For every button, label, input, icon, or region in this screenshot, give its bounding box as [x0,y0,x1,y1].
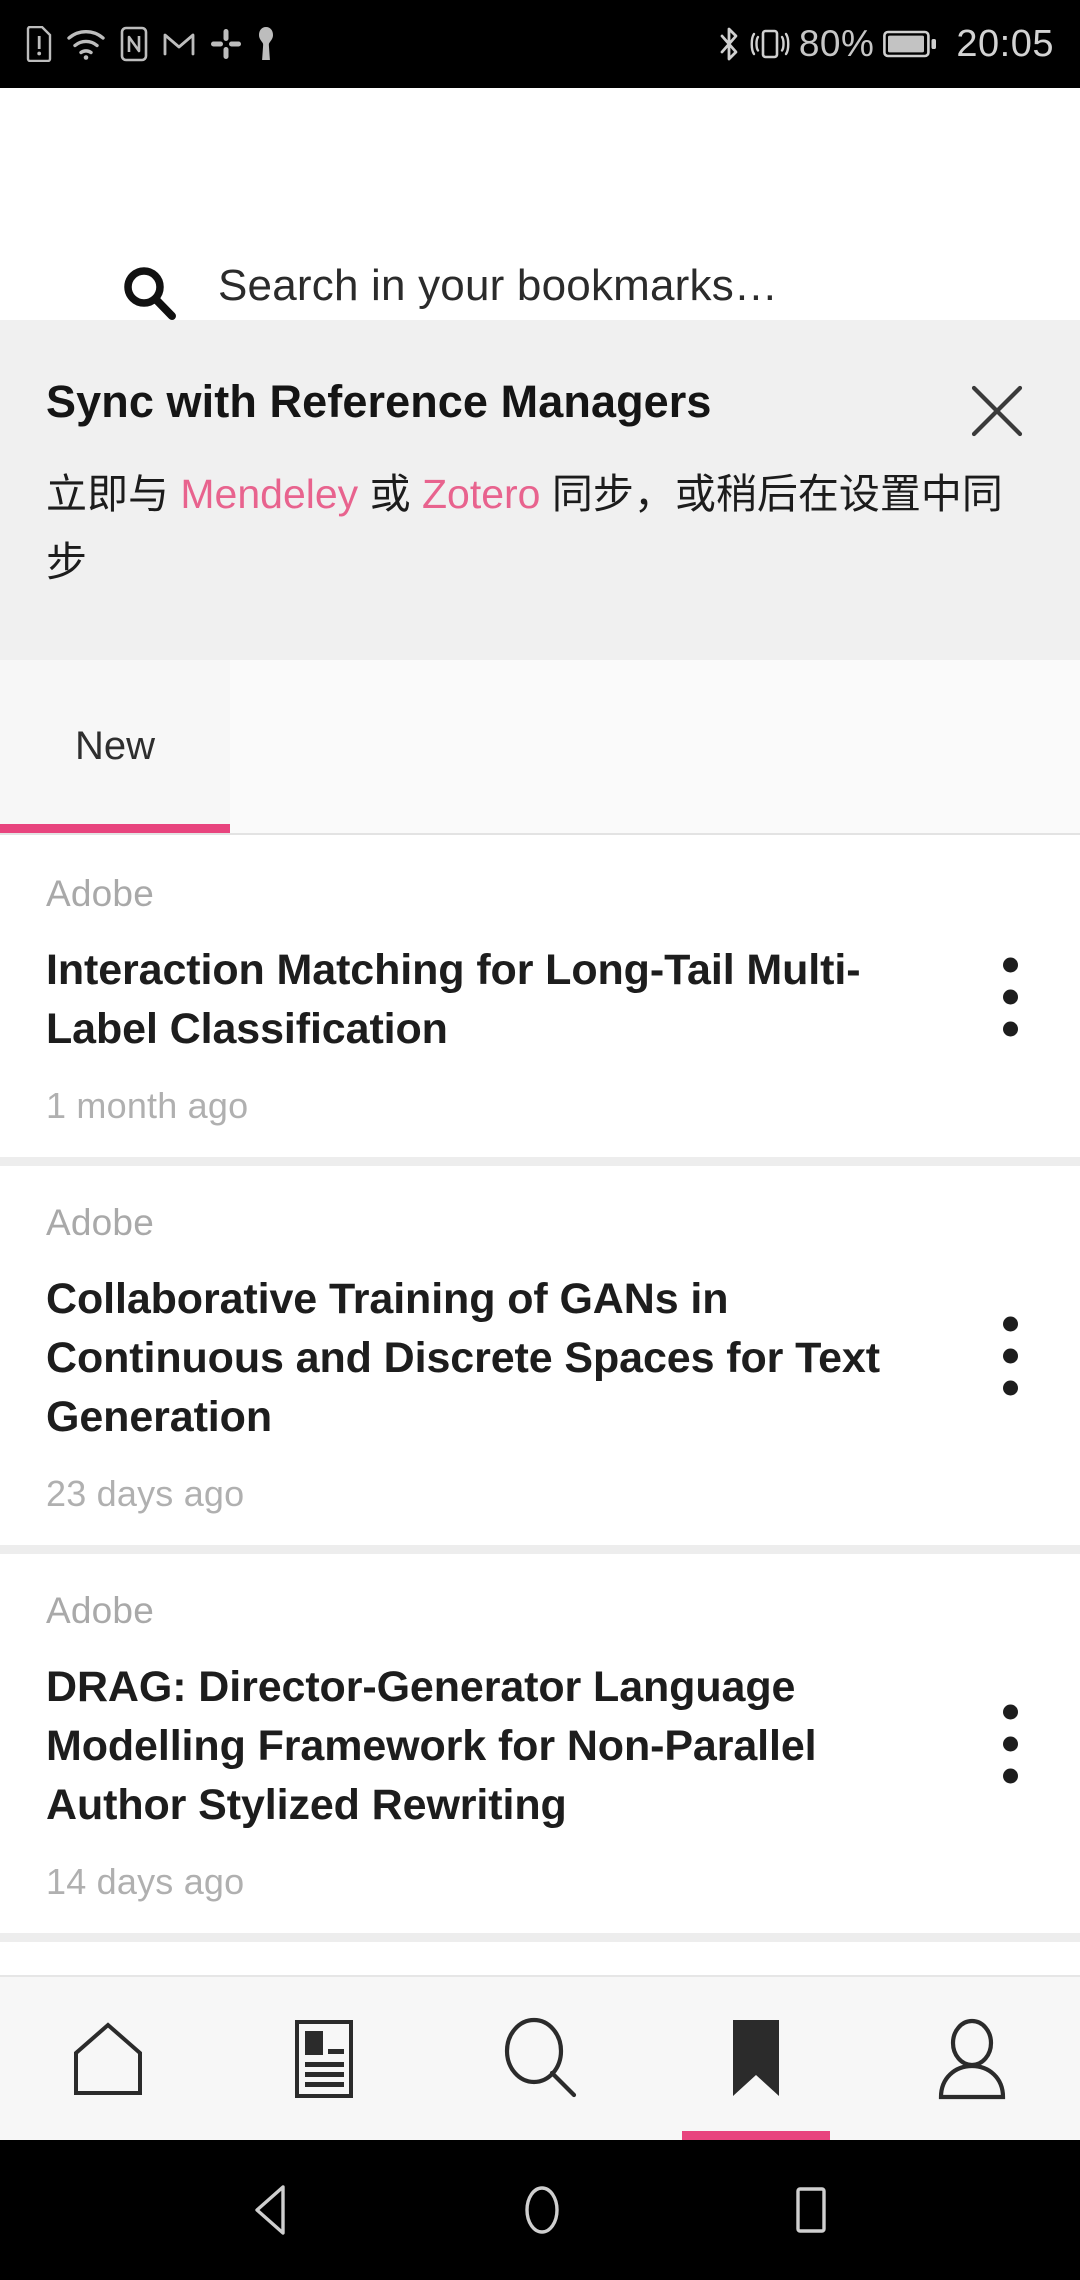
nav-item-home[interactable] [0,1977,216,2140]
table-row[interactable]: Adobe Collaborative Training of GANs in … [0,1166,1080,1545]
android-recents-button[interactable] [789,2183,833,2237]
zotero-link[interactable]: Zotero [422,471,541,517]
kebab-menu-icon [1003,1704,1018,1719]
bookmark-list[interactable]: Adobe Interaction Matching for Long-Tail… [0,837,1080,1975]
android-navigation-bar [0,2140,1080,2280]
android-back-button[interactable] [247,2183,295,2237]
kebab-menu-icon [1003,989,1018,1005]
bookmark-title: Collaborative Training of GANs in Contin… [46,1275,880,1441]
bookmark-timestamp: 23 days ago [46,1473,245,1514]
sync-desc-mid: 或 [358,471,422,517]
wifi-icon [67,30,105,60]
app-root: 80% 20:05 Search in your bookmarks… Sync… [0,0,1080,2280]
tab-new-label: New [74,724,156,768]
sync-banner: Sync with Reference Managers 立即与 Mendele… [0,320,1080,660]
search-bar[interactable]: Search in your bookmarks… [0,88,1080,363]
table-row[interactable]: International Journal of Computer Vision… [0,1942,1080,1975]
bookmark-title: Interaction Matching for Long-Tail Multi… [46,946,861,1053]
android-status-bar: 80% 20:05 [0,0,1080,88]
battery-icon [883,30,937,58]
status-bar-left-icons [26,26,276,62]
bookmark-title: DRAG: Director-Generator Language Modell… [46,1663,817,1829]
search-icon [124,267,176,320]
table-row[interactable]: Adobe DRAG: Director-Generator Language … [0,1554,1080,1933]
bookmark-source: Adobe [46,1590,154,1631]
status-bar-right-icons: 80% 20:05 [717,23,1054,66]
bookmark-source: Adobe [46,873,154,914]
sim-alert-icon [26,26,52,62]
nav-item-profile[interactable] [864,1977,1080,2140]
gmail-icon [163,33,195,56]
nfc-icon [120,26,148,62]
search-input[interactable]: Search in your bookmarks… [218,261,778,311]
tab-new[interactable]: New [0,660,230,833]
sync-banner-title: Sync with Reference Managers [46,376,712,427]
key-icon [259,27,273,60]
kebab-menu-icon [1003,1316,1018,1331]
mendeley-link[interactable]: Mendeley [180,471,358,517]
feed-icon [295,2019,353,2098]
recents-square-icon [796,2187,826,2233]
sync-banner-close-button[interactable] [966,380,1028,447]
nav-item-search[interactable] [432,1977,648,2140]
vibrate-icon [750,29,790,59]
kebab-menu-icon [1003,1768,1018,1783]
bookmark-overflow-menu-button[interactable] [993,1306,1028,1405]
table-row[interactable]: Adobe Interaction Matching for Long-Tail… [0,837,1080,1157]
kebab-menu-icon [1003,1348,1018,1363]
nav-item-feed[interactable] [216,1977,432,2140]
kebab-menu-icon [1003,1021,1018,1037]
kebab-menu-icon [1003,1380,1018,1395]
profile-icon [938,2018,1006,2099]
bookmark-icon [733,2019,779,2096]
search-icon [504,2017,577,2097]
nav-item-bookmarks[interactable] [648,1977,864,2140]
bottom-navigation-bar [0,1975,1080,2140]
home-icon [74,2021,142,2095]
kebab-menu-icon [1003,1736,1018,1751]
slack-icon [211,29,241,59]
bookmark-overflow-menu-button[interactable] [993,948,1028,1047]
bookmark-tabs: New [0,660,1080,835]
sync-desc-prefix: 立即与 [46,471,181,517]
bookmark-overflow-menu-button[interactable] [993,1694,1028,1793]
battery-percent-label: 80% [798,23,875,64]
tabs-empty-region [230,660,1080,833]
bluetooth-icon [720,27,738,61]
home-circle-icon [525,2186,559,2234]
kebab-menu-icon [1003,957,1018,973]
sync-banner-description: 立即与 Mendeley 或 Zotero 同步，或稍后在设置中同步 [46,460,1026,596]
bookmark-source: Adobe [46,1202,154,1243]
bookmark-timestamp: 1 month ago [46,1085,249,1126]
bookmark-timestamp: 14 days ago [46,1861,245,1902]
android-home-button[interactable] [520,2183,564,2237]
status-bar-clock: 20:05 [956,22,1054,65]
close-icon [971,385,1023,437]
back-triangle-icon [255,2185,285,2235]
